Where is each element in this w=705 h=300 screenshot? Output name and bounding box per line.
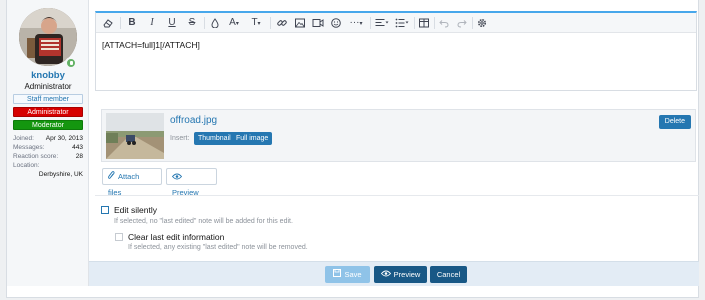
list-icon[interactable] — [392, 15, 412, 31]
admin-banner: Administrator — [13, 107, 83, 117]
cancel-button[interactable]: Cancel — [430, 266, 467, 283]
staff-banner: Staff member — [13, 94, 83, 104]
toolbar-separator — [414, 17, 415, 29]
user-stats: Joined: Apr 30, 2013 Messages: 443 Reactio… — [13, 134, 83, 179]
font-family-label: A — [229, 17, 236, 28]
strikethrough-icon[interactable]: S — [184, 15, 200, 31]
toolbar-separator — [370, 17, 371, 29]
text-color-icon[interactable] — [208, 15, 222, 31]
eye-icon — [380, 266, 391, 283]
clear-last-edit-checkbox[interactable] — [115, 233, 123, 241]
chevron-down-icon: ▾ — [235, 21, 239, 27]
location-value[interactable]: Derbyshire, UK — [13, 170, 83, 179]
delete-attachment-button[interactable]: Delete — [658, 115, 691, 129]
editor-content[interactable]: [ATTACH=full]1[/ATTACH] — [102, 40, 200, 50]
attachment-thumbnail[interactable] — [106, 113, 164, 159]
stat-joined: Joined: Apr 30, 2013 — [13, 134, 83, 143]
more-options-icon[interactable]: ···▾ — [346, 15, 366, 31]
table-icon[interactable] — [416, 15, 432, 31]
paperclip-icon — [108, 170, 115, 185]
divider — [95, 195, 699, 196]
save-button[interactable]: Save — [325, 266, 370, 283]
edit-silently-label[interactable]: Edit silently — [114, 205, 157, 215]
link-icon[interactable] — [274, 15, 290, 31]
more-options-label: ··· — [349, 17, 360, 28]
italic-icon[interactable]: I — [144, 15, 160, 31]
chevron-down-icon: ▾ — [257, 21, 261, 27]
preview-button[interactable]: Preview — [374, 266, 427, 283]
stat-reaction-score: Reaction score: 28 — [13, 152, 83, 161]
editor-toolbar: B I U S A▾ T▾ ···▾ — [96, 13, 696, 33]
user-panel: knobby Administrator Staff member Admini… — [7, 0, 89, 286]
insert-thumbnail-button[interactable]: Thumbnail — [194, 132, 235, 145]
media-icon[interactable] — [310, 15, 326, 31]
save-label: Save — [344, 270, 362, 279]
stat-messages: Messages: 443 — [13, 143, 83, 152]
form-footer: Save Preview Cancel — [89, 261, 699, 286]
stat-value: 28 — [75, 153, 83, 160]
stat-value: Apr 30, 2013 — [45, 135, 83, 142]
toolbar-separator — [204, 17, 205, 29]
stat-value[interactable]: 443 — [72, 143, 83, 152]
online-status-icon — [65, 57, 77, 69]
stat-location: Location: — [13, 161, 83, 170]
font-family-icon[interactable]: A▾ — [224, 15, 244, 31]
stat-label: Joined: — [13, 135, 34, 142]
redo-icon[interactable] — [454, 15, 470, 31]
stat-label: Location: — [13, 162, 40, 169]
edit-silently-hint: If selected, no "last edited" note will … — [114, 218, 293, 225]
preview-toggle-button[interactable]: Preview — [166, 168, 217, 197]
message-edit-frame: knobby Administrator Staff member Admini… — [6, 0, 699, 298]
underline-icon[interactable]: U — [164, 15, 180, 31]
moderator-banner: Moderator — [13, 120, 83, 130]
smilies-icon[interactable] — [328, 15, 344, 31]
stat-label: Messages: — [13, 144, 45, 151]
chevron-down-icon: ▾ — [359, 21, 363, 27]
save-icon — [333, 266, 342, 283]
align-icon[interactable] — [372, 15, 392, 31]
attachment-filename[interactable]: offroad.jpg — [170, 115, 217, 126]
toolbar-separator — [120, 17, 121, 29]
toolbar-separator — [270, 17, 271, 29]
font-size-icon[interactable]: T▾ — [246, 15, 266, 31]
eraser-icon[interactable] — [100, 15, 116, 31]
toolbar-separator — [472, 17, 473, 29]
preview-label: Preview — [393, 270, 421, 279]
clear-last-edit-hint: If selected, any existing "last edited" … — [128, 244, 308, 251]
username[interactable]: knobby — [7, 70, 89, 81]
rich-text-editor: B I U S A▾ T▾ ···▾ [ATTACH=full]1[/ATTAC… — [95, 11, 697, 91]
image-icon[interactable] — [292, 15, 308, 31]
eye-icon — [171, 170, 183, 185]
edit-silently-checkbox[interactable] — [101, 206, 109, 214]
clear-last-edit-label[interactable]: Clear last edit information — [128, 232, 224, 242]
attach-files-button[interactable]: Attach files — [102, 168, 162, 197]
toolbar-separator — [434, 17, 435, 29]
attachment-item: offroad.jpg Insert: Thumbnail Full image… — [101, 109, 696, 162]
undo-icon[interactable] — [436, 15, 452, 31]
user-title: Administrator — [24, 82, 72, 91]
settings-icon[interactable] — [474, 15, 490, 31]
stat-label: Reaction score: — [13, 153, 59, 160]
insert-full-image-button[interactable]: Full image — [232, 132, 273, 145]
bold-icon[interactable]: B — [124, 15, 140, 31]
insert-label: Insert: — [170, 135, 190, 142]
